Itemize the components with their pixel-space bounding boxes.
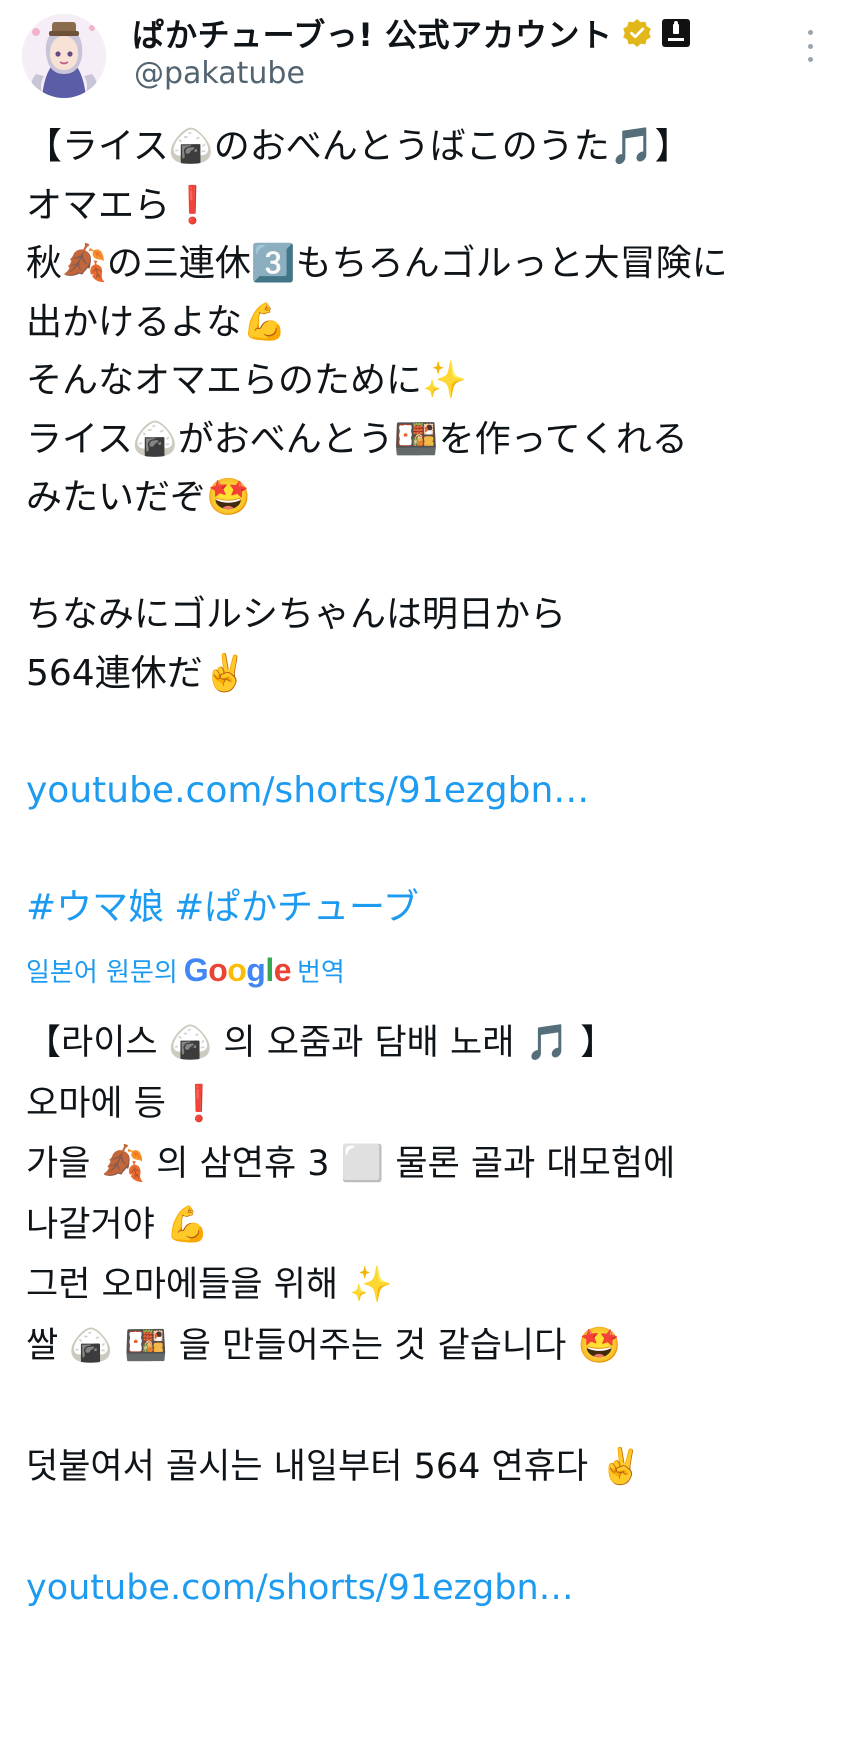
tweet-line: 秋🍂の三連休3️⃣もちろんゴルっと大冒険に	[26, 243, 728, 284]
more-vertical-icon[interactable]	[798, 26, 822, 66]
tweet-line: みたいだぞ🤩	[26, 477, 251, 518]
tweet-line: 出かけるよな💪	[26, 301, 287, 343]
youtube-link[interactable]: youtube.com/shorts/91ezgbn…	[26, 770, 589, 811]
translated-line: 【라이스 🍙 의 오줌과 담배 노래 🎵 】	[26, 1023, 616, 1063]
translated-text: 【라이스 🍙 의 오줌과 담배 노래 🎵 】 오마에 등 ❗️ 가을 🍂 의 삼…	[26, 1013, 836, 1618]
avatar-image	[22, 14, 106, 98]
translated-line: 그런 오마에들을 위해 ✨	[26, 1265, 393, 1305]
hashtag-umamusume[interactable]: #ウマ娘	[26, 887, 164, 928]
handle[interactable]: @pakatube	[134, 56, 305, 91]
tweet-header: ぱかチューブっ! 公式アカウント @pakatube	[0, 0, 850, 110]
tweet-line: そんなオマエらのために✨	[26, 360, 467, 401]
translation-prefix: 일본어 원문의	[26, 957, 178, 988]
hashtag-row: #ウマ娘 #ぱかチューブ	[26, 879, 836, 938]
translated-line: 오마에 등 ❗️	[26, 1083, 221, 1124]
translated-line: 덧붙여서 골시는 내일부터 564 연휴다 ✌️	[26, 1446, 643, 1487]
tweet-line: ライス🍙がおべんとう🍱を作ってくれる	[26, 418, 688, 460]
translated-blank-line	[26, 1497, 836, 1558]
translated-blank-line	[26, 1376, 836, 1437]
translated-line: 나갈거야 💪	[26, 1204, 210, 1245]
hashtag-pakatube[interactable]: #ぱかチューブ	[174, 887, 419, 928]
original-text: 【ライス🍙のおべんとうばこのうた🎵】 オマエら❗️ 秋🍂の三連休3️⃣もちろんゴ…	[26, 118, 836, 937]
tweet-line: 【ライス🍙のおべんとうばこのうた🎵】	[26, 126, 691, 167]
translation-suffix: 번역	[297, 957, 345, 988]
tweet-line: ちなみにゴルシちゃんは明日から	[26, 594, 567, 635]
youtube-link-translated[interactable]: youtube.com/shorts/91ezgbn…	[26, 1568, 574, 1608]
tweet-body: 【ライス🍙のおべんとうばこのうた🎵】 オマエら❗️ 秋🍂の三連休3️⃣もちろんゴ…	[26, 118, 836, 1618]
translated-line: 쌀 🍙 🍱 을 만들어주는 것 같습니다 🤩	[26, 1325, 622, 1366]
cygames-affiliate-icon[interactable]	[662, 19, 691, 47]
name-row: ぱかチューブっ! 公式アカウント	[132, 10, 691, 56]
translated-line: 가을 🍂 의 삼연휴 3 ⬜ 물론 골과 대모험에	[26, 1144, 676, 1184]
avatar[interactable]	[22, 14, 106, 98]
tweet-line: オマエら❗️	[26, 184, 215, 226]
tweet-line: 564連休だ✌️	[26, 652, 248, 694]
translation-toggle[interactable]: 일본어 원문의 Google 번역	[26, 937, 836, 1003]
google-logo: Google	[183, 951, 292, 988]
verified-badge-icon[interactable]	[622, 18, 652, 48]
display-name[interactable]: ぱかチューブっ! 公式アカウント	[132, 10, 612, 56]
